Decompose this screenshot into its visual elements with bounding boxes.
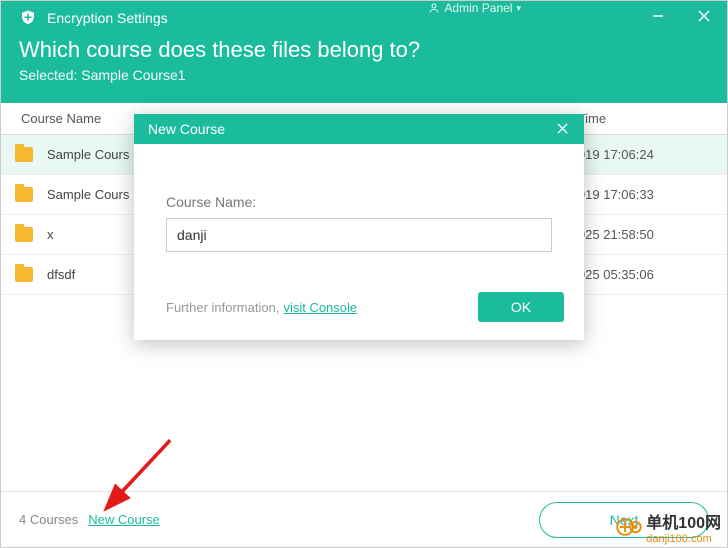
- titlebar-top: Encryption Settings: [19, 1, 709, 35]
- next-button-label: Next: [610, 512, 639, 528]
- page-question: Which course does these files belong to?: [19, 37, 709, 63]
- close-icon: [557, 123, 568, 134]
- dialog-titlebar: New Course: [134, 114, 584, 144]
- window-controls: [635, 1, 727, 31]
- folder-icon: [15, 227, 33, 242]
- window-minimize-button[interactable]: [635, 1, 681, 31]
- visit-console-link[interactable]: visit Console: [283, 300, 357, 315]
- footer-bar: 4 Courses New Course Next: [1, 491, 727, 547]
- ok-button-label: OK: [511, 299, 531, 315]
- admin-panel-link[interactable]: Admin Panel ▾: [422, 0, 527, 17]
- title-bar: Encryption Settings Admin Panel ▾ Which …: [1, 1, 727, 103]
- selected-line: Selected: Sample Course1: [19, 67, 709, 83]
- folder-icon: [15, 147, 33, 162]
- app-title: Encryption Settings: [47, 10, 168, 26]
- shield-icon: [19, 9, 37, 27]
- chevron-down-icon: ▾: [516, 3, 521, 14]
- selected-prefix: Selected:: [19, 67, 81, 83]
- user-icon: [428, 2, 440, 14]
- folder-icon: [15, 267, 33, 282]
- minimize-icon: [652, 10, 664, 22]
- close-icon: [698, 10, 710, 22]
- dialog-title: New Course: [148, 121, 225, 137]
- ok-button[interactable]: OK: [478, 292, 564, 322]
- folder-icon: [15, 187, 33, 202]
- new-course-dialog: New Course Course Name: Further informat…: [134, 114, 584, 340]
- selected-value: Sample Course1: [81, 67, 185, 83]
- admin-panel-label: Admin Panel: [444, 1, 512, 15]
- dialog-close-button[interactable]: [550, 121, 574, 137]
- next-button[interactable]: Next: [539, 502, 709, 538]
- window-close-button[interactable]: [681, 1, 727, 31]
- further-info-text: Further information,: [166, 300, 279, 315]
- dialog-body: Course Name:: [134, 144, 584, 270]
- course-count: 4 Courses: [19, 512, 78, 527]
- new-course-link[interactable]: New Course: [88, 512, 160, 527]
- dialog-footer: Further information, visit Console OK: [134, 270, 584, 340]
- course-name-input[interactable]: [166, 218, 552, 252]
- course-name-label: Course Name:: [166, 194, 552, 210]
